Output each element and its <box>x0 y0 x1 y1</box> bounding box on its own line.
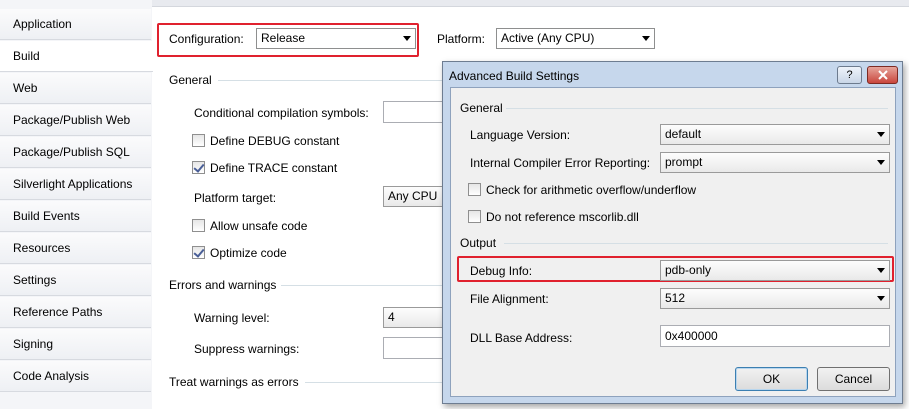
tab-application[interactable]: Application <box>0 9 151 40</box>
errors-warnings-section-header: Errors and warnings <box>169 278 277 292</box>
chevron-down-icon <box>873 153 889 172</box>
tab-reference-paths[interactable]: Reference Paths <box>0 297 151 328</box>
language-version-select[interactable]: default <box>660 124 890 145</box>
define-trace-checkbox[interactable] <box>192 161 205 174</box>
tab-settings[interactable]: Settings <box>0 265 151 296</box>
debug-info-select[interactable]: pdb-only <box>660 260 890 281</box>
overflow-label: Check for arithmetic overflow/underflow <box>486 183 697 197</box>
suppress-warnings-label: Suppress warnings: <box>194 342 300 356</box>
cancel-button[interactable]: Cancel <box>817 367 890 391</box>
tab-silverlight-applications[interactable]: Silverlight Applications <box>0 169 151 200</box>
advanced-build-settings-dialog: Advanced Build Settings ? General Langua… <box>442 61 903 404</box>
chevron-down-icon <box>873 125 889 144</box>
page-top-strip <box>152 0 909 7</box>
dialog-title: Advanced Build Settings <box>449 69 580 83</box>
ok-button[interactable]: OK <box>735 367 808 391</box>
define-debug-checkbox[interactable] <box>192 134 205 147</box>
tab-signing[interactable]: Signing <box>0 329 151 360</box>
overflow-checkbox[interactable] <box>468 183 481 196</box>
file-alignment-select[interactable]: 512 <box>660 288 890 309</box>
project-tabs-sidebar: Application Build Web Package/Publish We… <box>0 0 153 409</box>
close-button[interactable] <box>867 66 898 84</box>
platform-target-select[interactable]: Any CPU <box>383 186 445 207</box>
configuration-select[interactable]: Release <box>256 28 416 49</box>
language-version-value: default <box>665 127 702 141</box>
optimize-code-label: Optimize code <box>210 246 287 260</box>
platform-target-value: Any CPU <box>388 189 438 203</box>
section-divider <box>218 80 442 81</box>
optimize-code-checkbox[interactable] <box>192 246 205 259</box>
tab-package-publish-web[interactable]: Package/Publish Web <box>0 105 151 136</box>
platform-label: Platform: <box>437 32 486 46</box>
help-icon: ? <box>846 69 853 81</box>
define-debug-label: Define DEBUG constant <box>210 134 340 148</box>
section-divider <box>504 243 888 244</box>
suppress-warnings-input[interactable] <box>383 337 445 359</box>
allow-unsafe-label: Allow unsafe code <box>210 219 308 233</box>
chevron-down-icon <box>873 261 889 280</box>
dialog-general-header: General <box>460 101 503 115</box>
section-divider <box>506 108 888 109</box>
help-button[interactable]: ? <box>837 66 862 84</box>
tab-code-analysis[interactable]: Code Analysis <box>0 361 151 392</box>
dialog-body: General Language Version: default Intern… <box>450 87 896 397</box>
dll-base-address-label: DLL Base Address: <box>470 331 573 345</box>
ice-reporting-label: Internal Compiler Error Reporting: <box>470 156 651 170</box>
allow-unsafe-checkbox[interactable] <box>192 219 205 232</box>
platform-value: Active (Any CPU) <box>501 31 595 45</box>
dll-base-address-input[interactable]: 0x400000 <box>660 325 890 347</box>
debug-info-value: pdb-only <box>665 263 712 277</box>
close-icon <box>877 70 888 80</box>
configuration-label: Configuration: <box>169 32 244 46</box>
debug-info-label: Debug Info: <box>470 264 533 278</box>
no-mscorlib-label: Do not reference mscorlib.dll <box>486 210 639 224</box>
tab-build[interactable]: Build <box>0 41 153 72</box>
conditional-symbols-label: Conditional compilation symbols: <box>194 106 369 120</box>
general-section-header: General <box>169 73 212 87</box>
platform-target-label: Platform target: <box>194 191 277 205</box>
conditional-symbols-input[interactable] <box>383 101 445 123</box>
no-mscorlib-checkbox[interactable] <box>468 210 481 223</box>
tab-resources[interactable]: Resources <box>0 233 151 264</box>
ice-reporting-select[interactable]: prompt <box>660 152 890 173</box>
warning-level-label: Warning level: <box>194 311 270 325</box>
file-alignment-value: 512 <box>665 291 686 305</box>
dialog-output-header: Output <box>460 236 497 250</box>
section-divider <box>281 285 442 286</box>
tab-package-publish-sql[interactable]: Package/Publish SQL <box>0 137 151 168</box>
chevron-down-icon <box>873 289 889 308</box>
section-divider <box>305 382 442 383</box>
tab-build-events[interactable]: Build Events <box>0 201 151 232</box>
treat-warnings-section-header: Treat warnings as errors <box>169 375 299 389</box>
platform-select[interactable]: Active (Any CPU) <box>496 28 655 49</box>
chevron-down-icon <box>638 29 654 48</box>
chevron-down-icon <box>399 29 415 48</box>
configuration-value: Release <box>261 31 306 45</box>
warning-level-value: 4 <box>388 310 395 324</box>
define-trace-label: Define TRACE constant <box>210 161 338 175</box>
language-version-label: Language Version: <box>470 128 571 142</box>
file-alignment-label: File Alignment: <box>470 292 549 306</box>
warning-level-select[interactable]: 4 <box>383 307 445 328</box>
ice-reporting-value: prompt <box>665 155 703 169</box>
tab-web[interactable]: Web <box>0 73 151 104</box>
